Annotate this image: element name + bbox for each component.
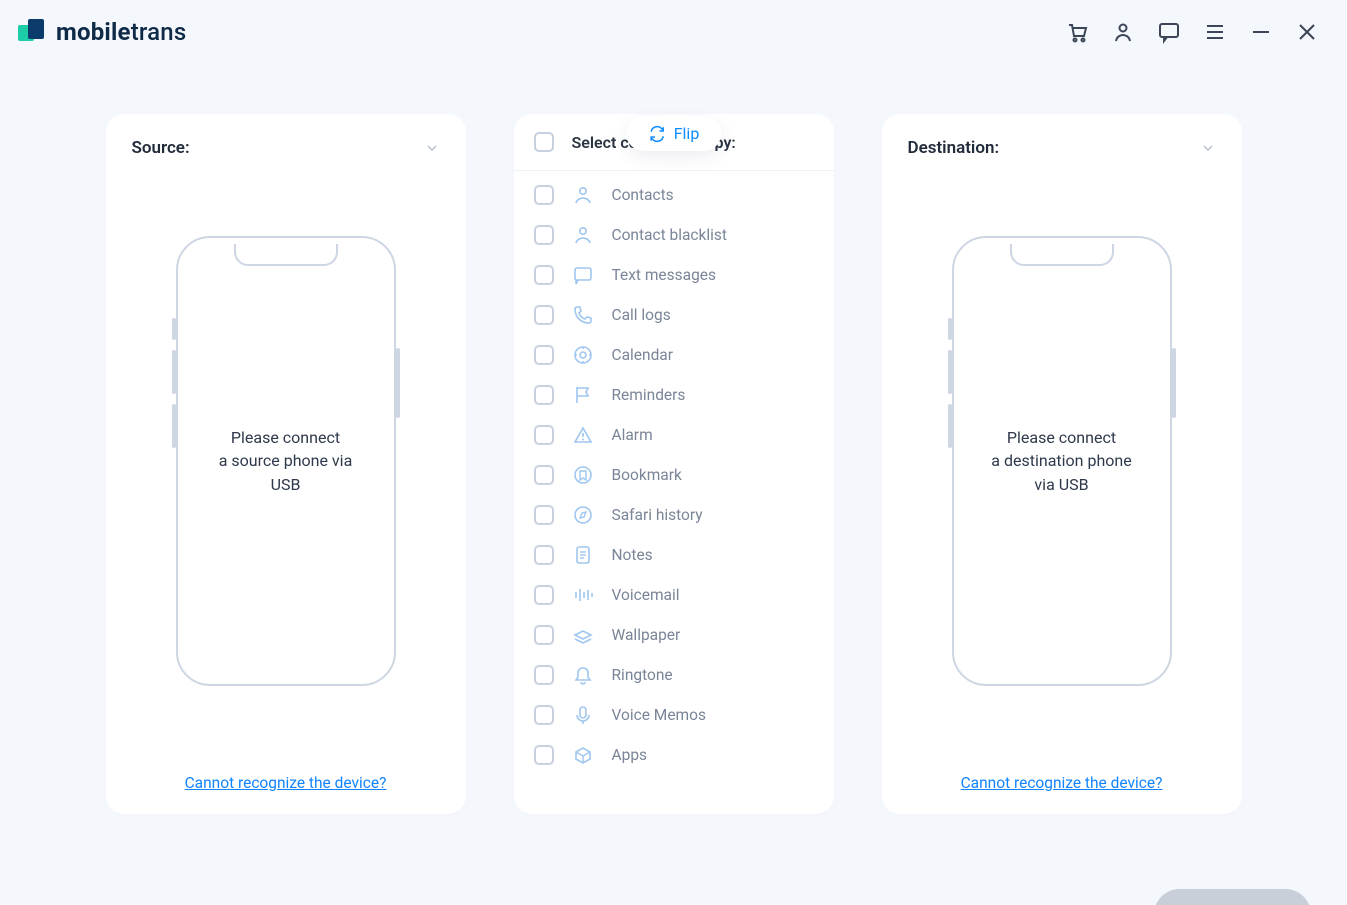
cart-icon[interactable] — [1065, 20, 1089, 44]
source-help-link[interactable]: Cannot recognize the device? — [132, 774, 440, 792]
source-panel: Source: Please connect a source phone vi… — [106, 114, 466, 814]
content-checkbox[interactable] — [534, 465, 554, 485]
content-checkbox[interactable] — [534, 665, 554, 685]
content-select-panel: Select content to copy: ContactsContact … — [514, 114, 834, 814]
contact-icon — [572, 224, 594, 246]
content-item-label: Voice Memos — [612, 706, 707, 724]
destination-phone-placeholder: Please connect a destination phone via U… — [952, 236, 1172, 686]
flip-icon — [648, 125, 666, 143]
select-all-checkbox[interactable] — [534, 132, 554, 152]
content-checkbox[interactable] — [534, 185, 554, 205]
main-content: Flip Source: Please connect a source pho… — [0, 114, 1347, 874]
content-item-label: Contact blacklist — [612, 226, 728, 244]
content-item[interactable]: Contacts — [534, 175, 824, 215]
voicemail-icon — [572, 584, 594, 606]
chevron-down-icon — [424, 140, 440, 156]
content-item-label: Contacts — [612, 186, 674, 204]
app-brand: mobiletrans — [18, 18, 186, 46]
ringtone-icon — [572, 664, 594, 686]
content-item[interactable]: Apps — [534, 735, 824, 775]
brand-logo-icon — [18, 19, 44, 45]
content-item[interactable]: Bookmark — [534, 455, 824, 495]
content-item[interactable]: Notes — [534, 535, 824, 575]
content-checkbox[interactable] — [534, 265, 554, 285]
flip-button[interactable]: Flip — [626, 116, 722, 151]
chevron-down-icon — [1200, 140, 1216, 156]
content-item-label: Bookmark — [612, 466, 682, 484]
mic-icon — [572, 704, 594, 726]
content-item-label: Ringtone — [612, 666, 673, 684]
content-item-label: Apps — [612, 746, 648, 764]
content-list[interactable]: Contacts Contact blacklist Text messages Ca… — [514, 171, 834, 814]
alarm-icon — [572, 424, 594, 446]
destination-header[interactable]: Destination: — [908, 138, 1216, 158]
content-item[interactable]: Contact blacklist — [534, 215, 824, 255]
flip-label: Flip — [674, 124, 700, 143]
content-item[interactable]: Voicemail — [534, 575, 824, 615]
content-item[interactable]: Call logs — [534, 295, 824, 335]
bookmark-icon — [572, 464, 594, 486]
window-controls — [1065, 20, 1319, 44]
footer: Back Start — [0, 874, 1347, 905]
content-checkbox[interactable] — [534, 585, 554, 605]
content-item-label: Reminders — [612, 386, 686, 404]
content-item-label: Wallpaper — [612, 626, 681, 644]
wallpaper-icon — [572, 624, 594, 646]
titlebar: mobiletrans — [0, 0, 1347, 64]
content-checkbox[interactable] — [534, 545, 554, 565]
content-item-label: Calendar — [612, 346, 674, 364]
content-checkbox[interactable] — [534, 505, 554, 525]
content-item-label: Notes — [612, 546, 653, 564]
content-item[interactable]: Wallpaper — [534, 615, 824, 655]
close-button[interactable] — [1295, 20, 1319, 44]
notes-icon — [572, 544, 594, 566]
content-item-label: Alarm — [612, 426, 653, 444]
source-phone-placeholder: Please connect a source phone via USB — [176, 236, 396, 686]
destination-title: Destination: — [908, 138, 1000, 158]
calendar-icon — [572, 344, 594, 366]
content-item[interactable]: Safari history — [534, 495, 824, 535]
source-title: Source: — [132, 138, 190, 158]
menu-icon[interactable] — [1203, 20, 1227, 44]
flag-icon — [572, 384, 594, 406]
content-checkbox[interactable] — [534, 305, 554, 325]
content-item[interactable]: Text messages — [534, 255, 824, 295]
source-connect-message: Please connect a source phone via USB — [219, 426, 353, 496]
destination-panel: Destination: Please connect a destinatio… — [882, 114, 1242, 814]
phone-icon — [572, 304, 594, 326]
destination-connect-message: Please connect a destination phone via U… — [991, 426, 1131, 496]
content-checkbox[interactable] — [534, 745, 554, 765]
content-checkbox[interactable] — [534, 345, 554, 365]
contact-icon — [572, 184, 594, 206]
content-checkbox[interactable] — [534, 385, 554, 405]
content-item-label: Text messages — [612, 266, 717, 284]
feedback-icon[interactable] — [1157, 20, 1181, 44]
content-item[interactable]: Calendar — [534, 335, 824, 375]
content-item[interactable]: Alarm — [534, 415, 824, 455]
content-item-label: Safari history — [612, 506, 703, 524]
destination-help-link[interactable]: Cannot recognize the device? — [908, 774, 1216, 792]
apps-icon — [572, 744, 594, 766]
minimize-button[interactable] — [1249, 20, 1273, 44]
content-item[interactable]: Reminders — [534, 375, 824, 415]
content-item-label: Call logs — [612, 306, 671, 324]
account-icon[interactable] — [1111, 20, 1135, 44]
content-item-label: Voicemail — [612, 586, 680, 604]
content-checkbox[interactable] — [534, 425, 554, 445]
content-checkbox[interactable] — [534, 625, 554, 645]
message-icon — [572, 264, 594, 286]
content-item[interactable]: Ringtone — [534, 655, 824, 695]
safari-icon — [572, 504, 594, 526]
source-header[interactable]: Source: — [132, 138, 440, 158]
content-checkbox[interactable] — [534, 705, 554, 725]
start-button[interactable]: Start — [1154, 889, 1311, 905]
content-item[interactable]: Voice Memos — [534, 695, 824, 735]
brand-name: mobiletrans — [56, 18, 186, 46]
content-checkbox[interactable] — [534, 225, 554, 245]
